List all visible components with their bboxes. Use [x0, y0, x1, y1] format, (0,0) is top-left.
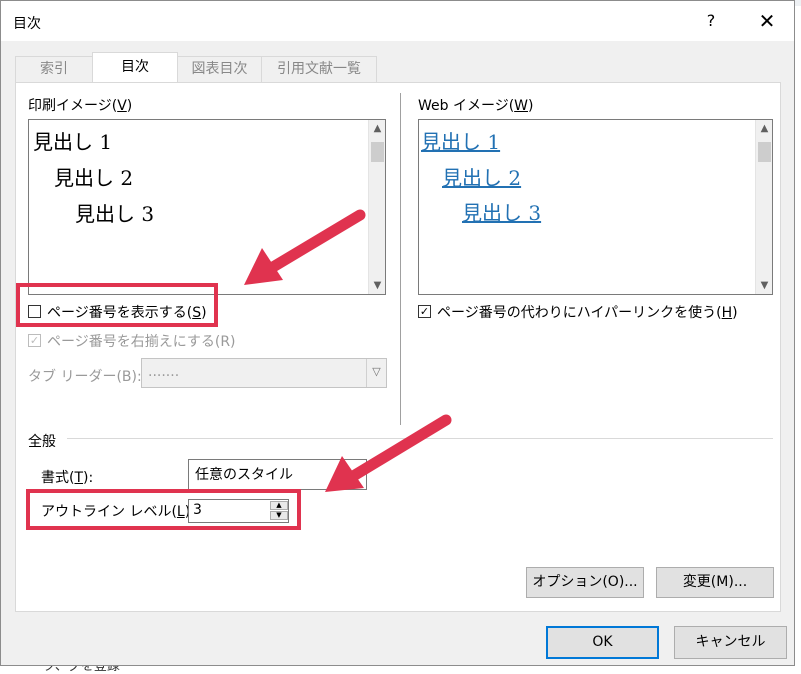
web-preview-label: Web イメージ(W) — [418, 98, 534, 114]
use-hyperlinks-label[interactable]: ページ番号の代わりにハイパーリンクを使う(H) — [437, 302, 738, 322]
options-button[interactable]: オプション(O)... — [526, 567, 644, 598]
cancel-button[interactable]: キャンセル — [674, 626, 787, 659]
web-heading-3[interactable]: 見出し 3 — [462, 197, 541, 226]
vertical-divider — [400, 93, 401, 425]
use-hyperlinks-checkbox[interactable]: ✓ — [418, 305, 431, 318]
dialog-titlebar: 目次 ? ✕ — [1, 1, 794, 41]
print-preview-box: 見出し 1 見出し 2 見出し 3 ▲ ▼ — [28, 119, 386, 295]
tab-leader-label: タブ リーダー(B): — [28, 369, 142, 385]
general-heading: 全般 — [28, 434, 56, 450]
scroll-up-icon[interactable]: ▲ — [756, 120, 773, 137]
modify-button[interactable]: 変更(M)... — [656, 567, 774, 598]
ok-button[interactable]: OK — [546, 626, 659, 659]
scroll-down-icon[interactable]: ▼ — [369, 277, 386, 294]
scroll-up-icon[interactable]: ▲ — [369, 120, 386, 137]
print-heading-2: 見出し 2 — [54, 166, 134, 190]
tab-index[interactable]: 索引 — [15, 56, 93, 83]
scroll-thumb[interactable] — [371, 142, 384, 162]
tab-leader-select[interactable]: ....... ▽ — [141, 358, 387, 388]
web-heading-2[interactable]: 見出し 2 — [442, 162, 521, 191]
print-heading-3: 見出し 3 — [75, 202, 155, 226]
chevron-down-icon[interactable]: ▽ — [366, 359, 386, 387]
tab-figures[interactable]: 図表目次 — [177, 56, 262, 83]
scroll-down-icon[interactable]: ▼ — [756, 277, 773, 294]
print-heading-1: 見出し 1 — [33, 130, 113, 154]
print-preview-label: 印刷イメージ(V) — [28, 98, 133, 114]
tab-toc[interactable]: 目次 — [92, 52, 178, 83]
tab-citations[interactable]: 引用文献一覧 — [261, 56, 377, 83]
right-align-label: ページ番号を右揃えにする(R) — [47, 334, 236, 350]
highlight-show-page-numbers — [16, 283, 218, 327]
web-heading-1[interactable]: 見出し 1 — [421, 126, 500, 155]
tab-leader-value: ....... — [148, 364, 180, 380]
print-preview-scrollbar[interactable]: ▲ ▼ — [368, 120, 385, 294]
dialog-title: 目次 — [13, 16, 41, 32]
right-align-checkbox[interactable]: ✓ — [28, 334, 41, 347]
help-button[interactable]: ? — [699, 9, 723, 33]
toc-dialog: 目次 ? ✕ 索引 目次 図表目次 引用文献一覧 印刷イメージ(V) 見出し 1… — [0, 0, 795, 666]
format-label: 書式(T): — [41, 470, 94, 486]
scroll-thumb[interactable] — [758, 142, 771, 162]
format-select[interactable]: 任意のスタイル — [188, 459, 367, 490]
general-divider — [67, 438, 773, 439]
web-preview-scrollbar[interactable]: ▲ ▼ — [755, 120, 772, 294]
format-value: 任意のスタイル — [195, 467, 293, 483]
close-button[interactable]: ✕ — [753, 9, 781, 33]
highlight-outline-level — [26, 489, 301, 530]
web-preview-box: 見出し 1 見出し 2 見出し 3 ▲ ▼ — [418, 119, 773, 295]
